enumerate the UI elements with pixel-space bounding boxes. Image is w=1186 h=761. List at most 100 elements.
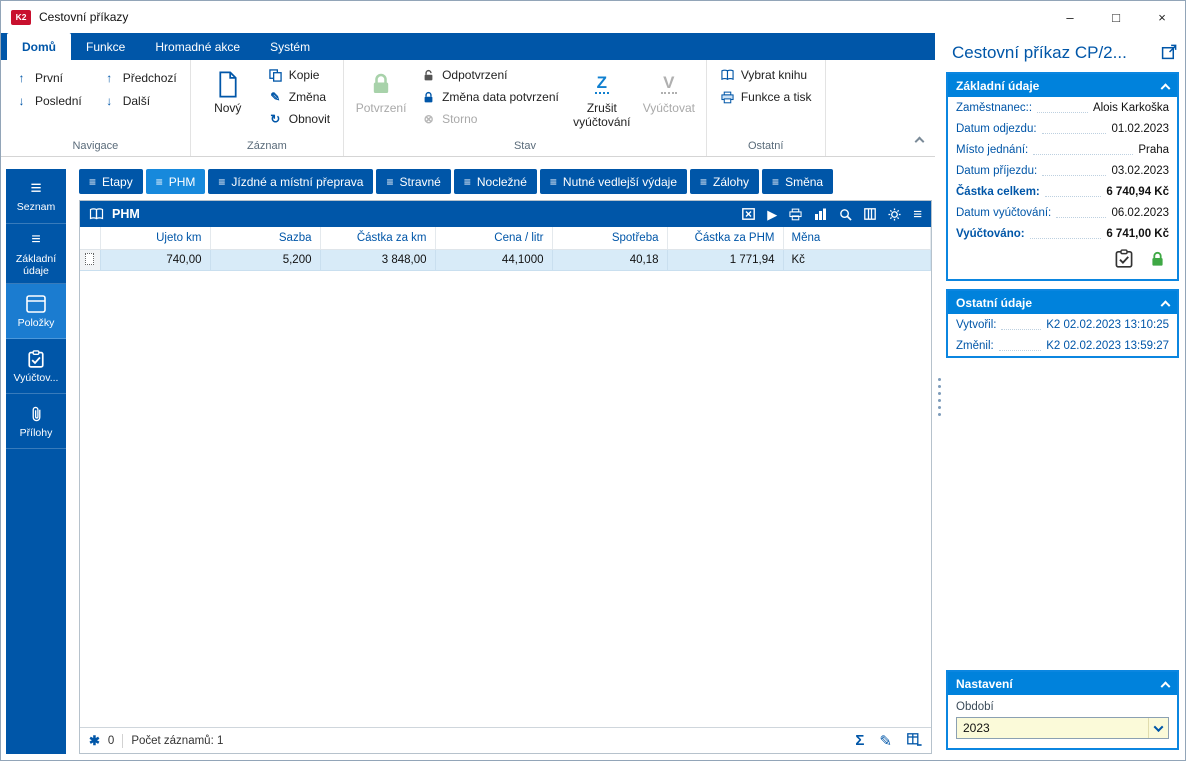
tab-stravne-label: Stravné	[399, 174, 441, 189]
basic-info-header[interactable]: Základní údaje	[948, 74, 1177, 97]
tab-nutne-vydaje[interactable]: ≡ Nutné vedlejší výdaje	[539, 169, 687, 194]
ribbon-tab-domu[interactable]: Domů	[7, 33, 71, 60]
tab-noclezne[interactable]: ≡ Nocležné	[453, 169, 537, 194]
chart-icon[interactable]	[814, 208, 827, 220]
storno-label: Storno	[442, 112, 478, 126]
tab-list-icon: ≡	[549, 174, 557, 189]
panel-title: PHM	[112, 207, 140, 221]
col-header-ujeto-km[interactable]: Ujeto km	[100, 227, 211, 250]
next-button[interactable]: ↓ Další	[96, 91, 183, 111]
edit-pencil-icon[interactable]: ✎	[879, 732, 892, 750]
filter-icon[interactable]: ✱	[89, 733, 100, 749]
select-book-button[interactable]: Vybrat knihu	[714, 65, 818, 85]
col-header-cena-litr[interactable]: Cena / litr	[435, 227, 553, 250]
storno-button[interactable]: ⊗ Storno	[415, 109, 565, 129]
group-label-ostatni: Ostatní	[747, 140, 784, 152]
col-header-castka-za-km[interactable]: Částka za km	[320, 227, 436, 250]
col-header-castka-za-phm[interactable]: Částka za PHM	[667, 227, 784, 250]
gear-icon[interactable]	[888, 207, 901, 221]
copy-button[interactable]: Kopie	[262, 65, 336, 85]
collapse-chevron-icon	[1160, 300, 1171, 311]
bill-button[interactable]: V Vyúčtovat	[639, 64, 699, 118]
close-button[interactable]: ×	[1139, 1, 1185, 33]
open-book-icon	[89, 208, 104, 220]
window-title: Cestovní příkazy	[39, 10, 129, 24]
ribbon-tab-funkce[interactable]: Funkce	[71, 33, 140, 60]
col-header-sazba[interactable]: Sazba	[210, 227, 321, 250]
new-button[interactable]: Nový	[198, 64, 258, 118]
sum-icon[interactable]: Σ	[855, 732, 864, 749]
play-icon[interactable]: ▶	[767, 208, 777, 221]
change-confirm-date-button[interactable]: Změna data potvrzení	[415, 87, 565, 107]
cell-spotreba: 40,18	[552, 249, 668, 271]
field-value: Praha	[1138, 143, 1169, 156]
divider	[122, 733, 124, 748]
tab-phm[interactable]: ≡ PHM	[145, 169, 206, 194]
open-external-icon[interactable]	[1161, 44, 1177, 63]
other-info-header[interactable]: Ostatní údaje	[948, 291, 1177, 314]
dotted-leader	[1033, 154, 1134, 155]
sidebar-item-zakladni-udaje[interactable]: ≡ Základní údaje	[6, 224, 66, 285]
settings-header[interactable]: Nastavení	[948, 672, 1177, 695]
tab-jizdne[interactable]: ≡ Jízdné a místní přeprava	[208, 169, 374, 194]
grid-edit-icon[interactable]	[907, 732, 922, 749]
col-header-mena[interactable]: Měna	[783, 227, 931, 250]
collapse-chevron-icon	[1160, 83, 1171, 94]
confirm-button[interactable]: Potvrzení	[351, 64, 411, 118]
search-icon[interactable]	[839, 208, 852, 221]
ribbon-tab-system[interactable]: Systém	[255, 33, 325, 60]
table-row[interactable]: 740,00 5,200 3 848,00 44,1000 40,18 1 77…	[80, 249, 931, 271]
tab-smena[interactable]: ≡ Směna	[762, 169, 834, 194]
row-selector-cell[interactable]	[80, 249, 101, 271]
paperclip-icon	[29, 404, 44, 424]
sidebar-item-polozky[interactable]: Položky	[6, 284, 66, 340]
cell-ujeto-km: 740,00	[100, 249, 211, 271]
period-input[interactable]	[957, 718, 1148, 738]
sidebar-item-seznam[interactable]: ≡ Seznam	[6, 169, 66, 224]
period-dropdown-button[interactable]	[1148, 718, 1168, 738]
tab-stravne[interactable]: ≡ Stravné	[376, 169, 451, 194]
ribbon-tab-hromadne-akce[interactable]: Hromadné akce	[140, 33, 255, 60]
chevron-up-icon	[914, 136, 925, 147]
clipboard-check-icon	[27, 349, 45, 369]
field-label: Vytvořil:	[956, 318, 997, 331]
col-header-spotreba[interactable]: Spotřeba	[552, 227, 668, 250]
confirm-label: Potvrzení	[355, 101, 407, 115]
tab-zalohy[interactable]: ≡ Zálohy	[690, 169, 760, 194]
cancel-billing-button[interactable]: Z Zrušit vyúčtování	[569, 64, 635, 132]
tab-zalohy-label: Zálohy	[713, 174, 750, 189]
dotted-leader	[1041, 133, 1107, 134]
ribbon-group-zaznam: Nový Kopie ✎ Změna ↻ Obnovit Záznam	[191, 60, 345, 156]
field-value: 03.02.2023	[1111, 164, 1169, 177]
sidebar-label-prilohy: Přílohy	[19, 426, 53, 439]
change-button[interactable]: ✎ Změna	[262, 87, 336, 107]
panel-splitter[interactable]	[935, 33, 944, 760]
grid-header-row: Ujeto km Sazba Částka za km Cena / litr …	[80, 227, 931, 250]
refresh-icon: ↻	[270, 112, 281, 126]
storno-icon: ⊗	[423, 112, 434, 126]
data-grid: Ujeto km Sazba Částka za km Cena / litr …	[80, 227, 931, 727]
functions-print-button[interactable]: Funkce a tisk	[714, 87, 818, 107]
previous-icon: ↑	[106, 71, 113, 85]
ribbon-collapse-button[interactable]	[914, 134, 925, 148]
last-button[interactable]: ↓ Poslední	[8, 91, 88, 111]
tab-etapy[interactable]: ≡ Etapy	[79, 169, 143, 194]
export-table-icon[interactable]	[742, 208, 756, 220]
print-icon[interactable]	[789, 208, 802, 221]
sidebar-item-prilohy[interactable]: Přílohy	[6, 394, 66, 450]
maximize-button[interactable]: □	[1093, 1, 1139, 33]
menu-icon[interactable]: ≡	[913, 207, 922, 222]
sidebar-label-vyuctovani: Vyúčtov...	[13, 371, 59, 384]
unconfirm-button[interactable]: Odpotvrzení	[415, 65, 565, 85]
minimize-button[interactable]: –	[1047, 1, 1093, 33]
field-value: K2 02.02.2023 13:59:27	[1046, 339, 1169, 352]
phm-panel-header: PHM ▶ ≡	[80, 201, 931, 227]
tab-etapy-label: Etapy	[102, 174, 133, 189]
sidebar-item-vyuctovani[interactable]: Vyúčtov...	[6, 339, 66, 395]
previous-button[interactable]: ↑ Předchozí	[96, 68, 183, 88]
first-button[interactable]: ↑ První	[8, 68, 88, 88]
columns-icon[interactable]	[864, 208, 877, 220]
dotted-leader	[1001, 329, 1042, 330]
refresh-button[interactable]: ↻ Obnovit	[262, 109, 336, 129]
field-datum-odjezdu: Datum odjezdu: 01.02.2023	[948, 118, 1177, 139]
